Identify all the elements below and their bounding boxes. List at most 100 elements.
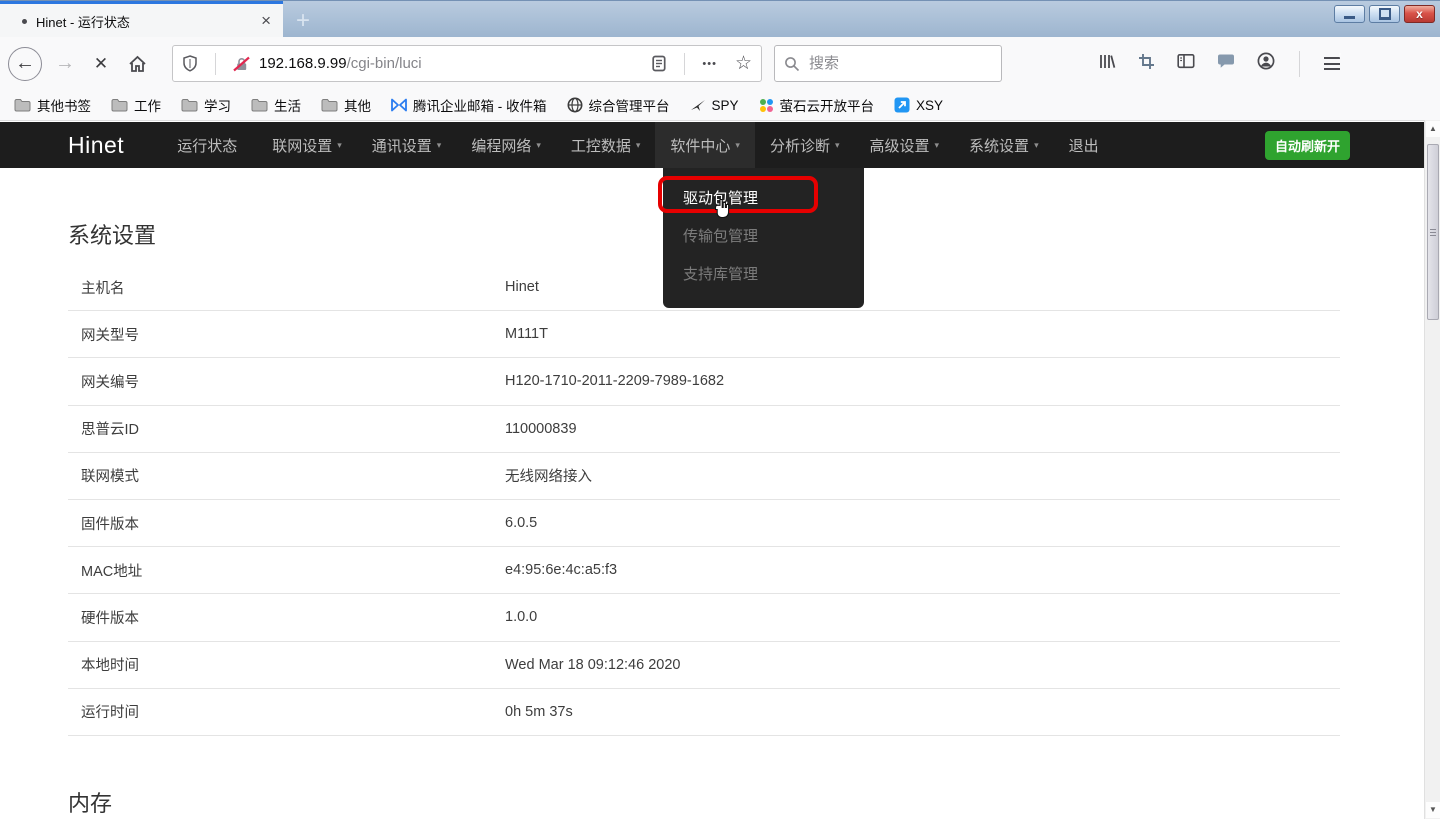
nav-item[interactable]: 高级设置 ▾ — [855, 122, 955, 168]
row-label: 网关型号 — [68, 324, 505, 345]
scrollbar-thumb[interactable] — [1427, 144, 1439, 320]
table-row: 本地时间 Wed Mar 18 09:12:46 2020 — [68, 642, 1340, 689]
color-dots-icon — [759, 98, 774, 113]
web-page: Hinet 运行状态 联网设置 ▾ 通讯设置 ▾ 编程网 — [0, 122, 1424, 819]
bookmark-ys7-open-platform[interactable]: 萤石云开放平台 — [759, 95, 875, 115]
chat-extension-icon[interactable] — [1217, 53, 1235, 74]
tracking-shield-icon[interactable] — [173, 55, 207, 72]
search-input[interactable] — [809, 55, 969, 72]
menu-item-transfer-package[interactable]: 传输包管理 — [663, 218, 864, 253]
new-tab-button[interactable]: + — [288, 7, 318, 35]
insecure-lock-icon[interactable] — [224, 56, 259, 72]
bookmark-folder-work[interactable]: 工作 — [111, 95, 161, 115]
auto-refresh-toggle[interactable]: 自动刷新开 — [1265, 131, 1350, 160]
folder-icon — [251, 98, 268, 112]
home-button[interactable] — [120, 47, 154, 81]
table-row: 网关型号 M111T — [68, 311, 1340, 358]
site-brand[interactable]: Hinet — [68, 132, 124, 159]
nav-item[interactable]: 运行状态 — [162, 122, 257, 168]
search-icon — [775, 56, 809, 72]
table-row: 思普云ID 110000839 — [68, 406, 1340, 453]
nav-item[interactable]: 退出 — [1054, 122, 1119, 168]
table-row: 网关编号 H120-1710-2011-2209-7989-1682 — [68, 358, 1340, 405]
folder-icon — [111, 98, 128, 112]
chevron-down-icon: ▾ — [735, 140, 740, 151]
menu-item-support-library[interactable]: 支持库管理 — [663, 256, 864, 291]
url-text[interactable]: 192.168.9.99/cgi-bin/luci — [259, 55, 642, 72]
row-label: 硬件版本 — [68, 607, 505, 628]
folder-icon — [14, 98, 31, 112]
scroll-down-arrow[interactable]: ▼ — [1426, 802, 1440, 818]
nav-item[interactable]: 分析诊断 ▾ — [755, 122, 855, 168]
reader-mode-icon[interactable] — [642, 55, 676, 72]
close-icon: x — [1416, 7, 1423, 21]
url-bar[interactable]: 192.168.9.99/cgi-bin/luci ••• ☆ — [172, 45, 762, 82]
page-actions-icon[interactable]: ••• — [693, 58, 726, 70]
row-value: M111T — [505, 326, 548, 342]
screenshot-icon[interactable] — [1138, 53, 1155, 75]
folder-icon — [321, 98, 338, 112]
bookmark-folder-other-bookmarks[interactable]: 其他书签 — [14, 95, 91, 115]
nav-item[interactable]: 编程网络 ▾ — [456, 122, 556, 168]
stop-button[interactable]: ✕ — [84, 47, 118, 81]
chevron-down-icon: ▾ — [935, 140, 940, 151]
bookmark-folder-misc[interactable]: 其他 — [321, 95, 371, 115]
tab-loading-dot-icon — [22, 19, 27, 24]
url-host: 192.168.9.99 — [259, 55, 347, 72]
nav-item[interactable]: 通讯设置 ▾ — [357, 122, 457, 168]
search-bar[interactable] — [774, 45, 1002, 82]
tencent-exmail-icon — [391, 98, 407, 112]
sidebar-icon[interactable] — [1177, 53, 1195, 74]
divider — [215, 53, 216, 75]
minimize-icon — [1344, 16, 1355, 19]
titlebar: Hinet - 运行状态 × + x — [0, 0, 1440, 37]
menu-item-driver-package[interactable]: 驱动包管理 — [663, 180, 864, 215]
scroll-up-arrow[interactable]: ▲ — [1426, 121, 1440, 137]
window-restore-button[interactable] — [1369, 5, 1400, 23]
system-info-table: 主机名 Hinet 网关型号 M111T 网关编号 H120-1710-2011… — [68, 264, 1340, 736]
divider — [684, 53, 685, 75]
back-button[interactable]: ← — [8, 47, 42, 81]
folder-icon — [181, 98, 198, 112]
nav-item[interactable]: 联网设置 ▾ — [257, 122, 357, 168]
bookmark-mgmt-platform[interactable]: 综合管理平台 — [567, 95, 670, 115]
site-nav-menu: 运行状态 联网设置 ▾ 通讯设置 ▾ 编程网络 ▾ — [162, 122, 1118, 168]
row-value: 无线网络接入 — [505, 465, 592, 486]
menu-icon[interactable]: ↑ — [1324, 57, 1340, 70]
row-value: e4:95:6e:4c:a5:f3 — [505, 562, 617, 578]
scrollbar-grip — [1430, 229, 1436, 238]
bookmark-folder-life[interactable]: 生活 — [251, 95, 301, 115]
chevron-down-icon: ▾ — [1034, 140, 1039, 151]
row-label: 本地时间 — [68, 654, 505, 675]
row-value: Hinet — [505, 279, 539, 295]
divider — [1299, 51, 1300, 77]
bookmark-xsy[interactable]: XSY — [894, 97, 943, 113]
plane-icon — [690, 98, 706, 112]
library-icon[interactable] — [1098, 53, 1116, 75]
page-scrollbar[interactable]: ▲ ▼ — [1424, 120, 1440, 819]
account-icon[interactable] — [1257, 52, 1275, 75]
home-icon — [128, 55, 147, 73]
bookmark-tencent-exmail[interactable]: 腾讯企业邮箱 - 收件箱 — [391, 95, 547, 115]
row-label: 联网模式 — [68, 465, 505, 486]
row-label: 固件版本 — [68, 513, 505, 534]
bookmark-folder-study[interactable]: 学习 — [181, 95, 231, 115]
hand-cursor-icon — [714, 198, 731, 224]
row-value: H120-1710-2011-2209-7989-1682 — [505, 373, 724, 389]
browser-tab[interactable]: Hinet - 运行状态 × — [0, 1, 283, 38]
bookmark-star-icon[interactable]: ☆ — [726, 52, 761, 75]
chevron-down-icon: ▾ — [337, 140, 342, 151]
row-value: 1.0.0 — [505, 609, 537, 625]
chevron-down-icon: ▾ — [636, 140, 641, 151]
row-label: 主机名 — [68, 277, 505, 298]
window-close-button[interactable]: x — [1404, 5, 1435, 23]
nav-item[interactable]: 系统设置 ▾ — [954, 122, 1054, 168]
bookmark-spy[interactable]: SPY — [690, 98, 739, 113]
table-row: 运行时间 0h 5m 37s — [68, 689, 1340, 736]
tab-close-icon[interactable]: × — [249, 11, 283, 31]
window-minimize-button[interactable] — [1334, 5, 1365, 23]
nav-item[interactable]: 软件中心 ▾ — [655, 122, 755, 168]
row-label: 思普云ID — [68, 418, 505, 439]
site-navbar: Hinet 运行状态 联网设置 ▾ 通讯设置 ▾ 编程网 — [0, 122, 1424, 168]
nav-item[interactable]: 工控数据 ▾ — [556, 122, 656, 168]
